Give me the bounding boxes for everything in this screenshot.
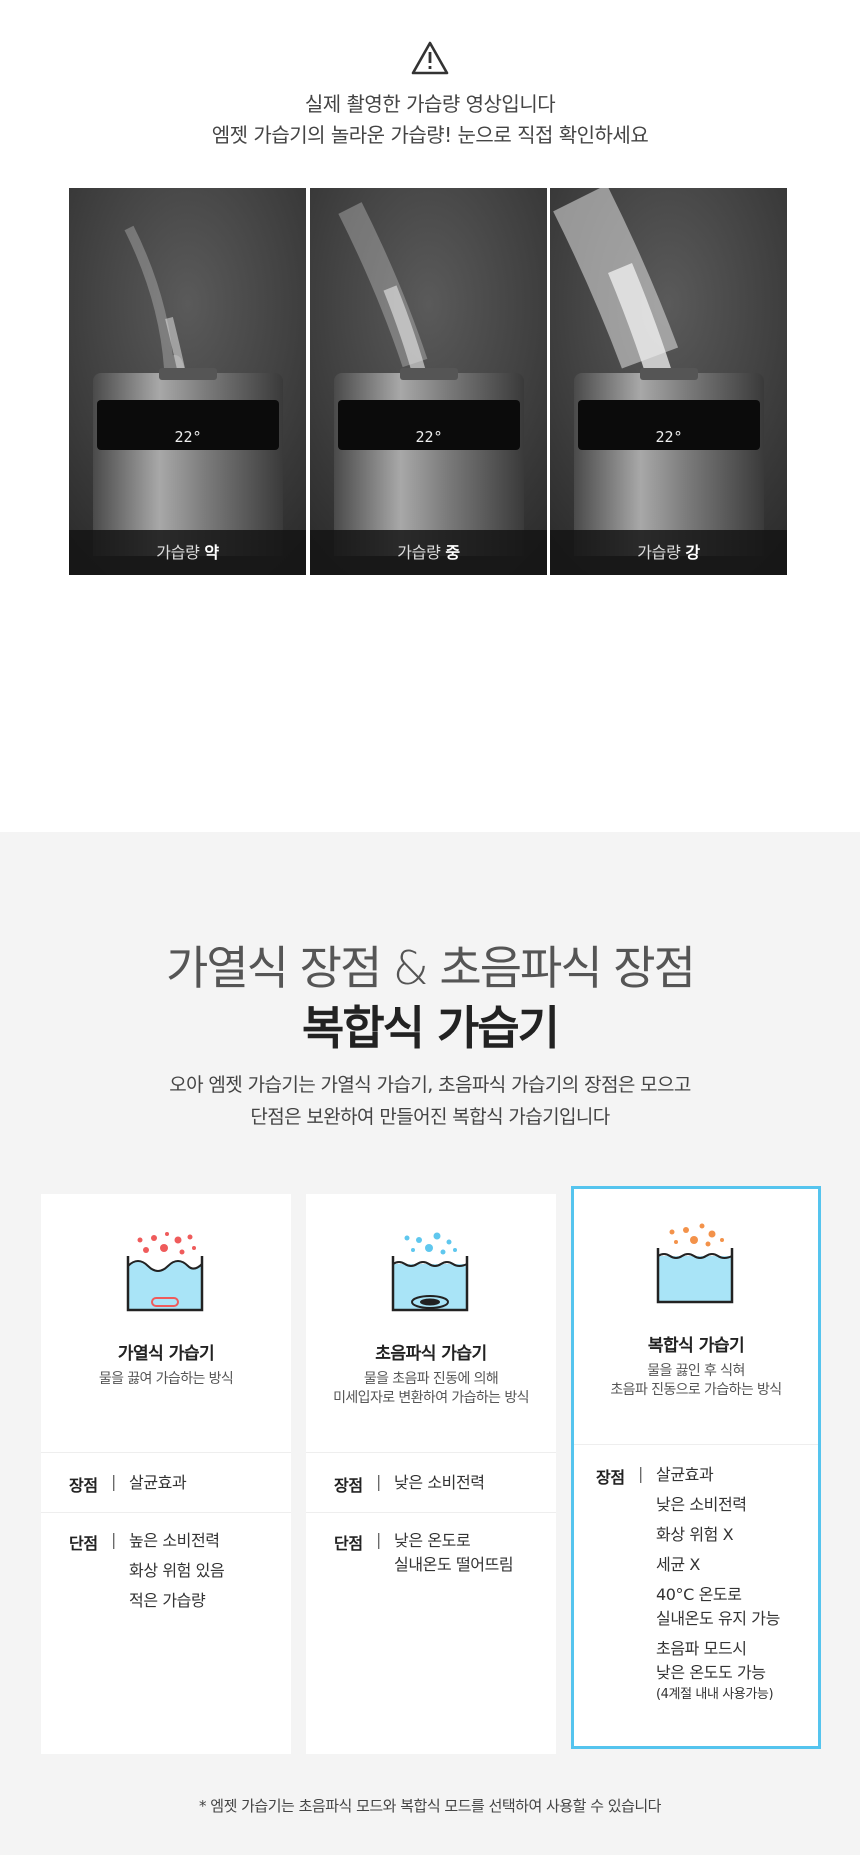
card-title: 복합식 가습기	[647, 1336, 745, 1356]
divider	[41, 1512, 291, 1513]
warning-triangle-icon	[411, 41, 449, 75]
display-readout: 22°	[655, 428, 682, 446]
headline-light: 가열식 장점 & 초음파식 장점	[166, 941, 696, 995]
subtitle-line-1: 오아 엠젯 가습기는 가열식 가습기, 초음파식 가습기의 장점은 모으고	[169, 1074, 691, 1096]
card-title: 가열식 가습기	[117, 1344, 215, 1364]
display-readout: 22°	[174, 428, 201, 446]
ultrasonic-beaker-icon	[391, 1232, 469, 1312]
humidifier-photo: 22°	[69, 188, 306, 575]
ultrasonic-humidifier-card: 초음파식 가습기 물을 초음파 진동에 의해 미세입자로 변환하여 가습하는 방식…	[306, 1194, 556, 1754]
card-description: 물을 초음파 진동에 의해 미세입자로 변환하여 가습하는 방식	[333, 1371, 529, 1406]
mist-panel-low[interactable]: 22° 가습량 약	[69, 188, 306, 575]
mist-comparison-panels: 22° 가습량 약 22° 가습량 중 22° 가습량 강	[69, 188, 787, 575]
comparison-section: 가열식 장점 & 초음파식 장점 복합식 가습기 오아 엠젯 가습기는 가열식 …	[0, 832, 860, 1855]
intro-line-1: 실제 촬영한 가습량 영상입니다	[304, 92, 556, 116]
video-section: 실제 촬영한 가습량 영상입니다 엠젯 가습기의 놀라운 가습량! 눈으로 직접…	[0, 0, 860, 832]
panel-caption: 가습량 약	[69, 530, 306, 575]
panel-caption: 가습량 중	[310, 530, 547, 575]
divider	[41, 1452, 291, 1453]
subtitle-line-2: 단점은 보완하여 만들어진 복합식 가습기입니다	[250, 1106, 610, 1128]
divider	[306, 1512, 556, 1513]
heating-beaker-icon	[126, 1232, 204, 1312]
heating-humidifier-card: 가열식 가습기 물을 끓여 가습하는 방식 장점 | 살균효과 단점 | 높은 소비…	[41, 1194, 291, 1754]
footnote: * 엠젯 가습기는 초음파식 모드와 복합식 모드를 선택하여 사용할 수 있습…	[199, 1797, 661, 1815]
mist-panel-medium[interactable]: 22° 가습량 중	[310, 188, 547, 575]
humidifier-photo: 22°	[550, 188, 787, 575]
panel-caption: 가습량 강	[550, 530, 787, 575]
card-description: 물을 끓인 후 식혀 초음파 진동으로 가습하는 방식	[610, 1363, 782, 1398]
hybrid-beaker-icon	[656, 1223, 734, 1304]
hybrid-humidifier-card: 복합식 가습기 물을 끓인 후 식혀 초음파 진동으로 가습하는 방식 장점 | 살…	[571, 1186, 821, 1749]
display-readout: 22°	[415, 428, 442, 446]
intro-line-2: 엠젯 가습기의 놀라운 가습량! 눈으로 직접 확인하세요	[211, 123, 649, 147]
card-title: 초음파식 가습기	[375, 1344, 487, 1364]
humidifier-photo: 22°	[310, 188, 547, 575]
divider	[574, 1444, 818, 1445]
divider	[306, 1452, 556, 1453]
card-description: 물을 끓여 가습하는 방식	[98, 1371, 234, 1387]
mist-panel-high[interactable]: 22° 가습량 강	[550, 188, 787, 575]
headline-bold: 복합식 가습기	[302, 1001, 560, 1055]
